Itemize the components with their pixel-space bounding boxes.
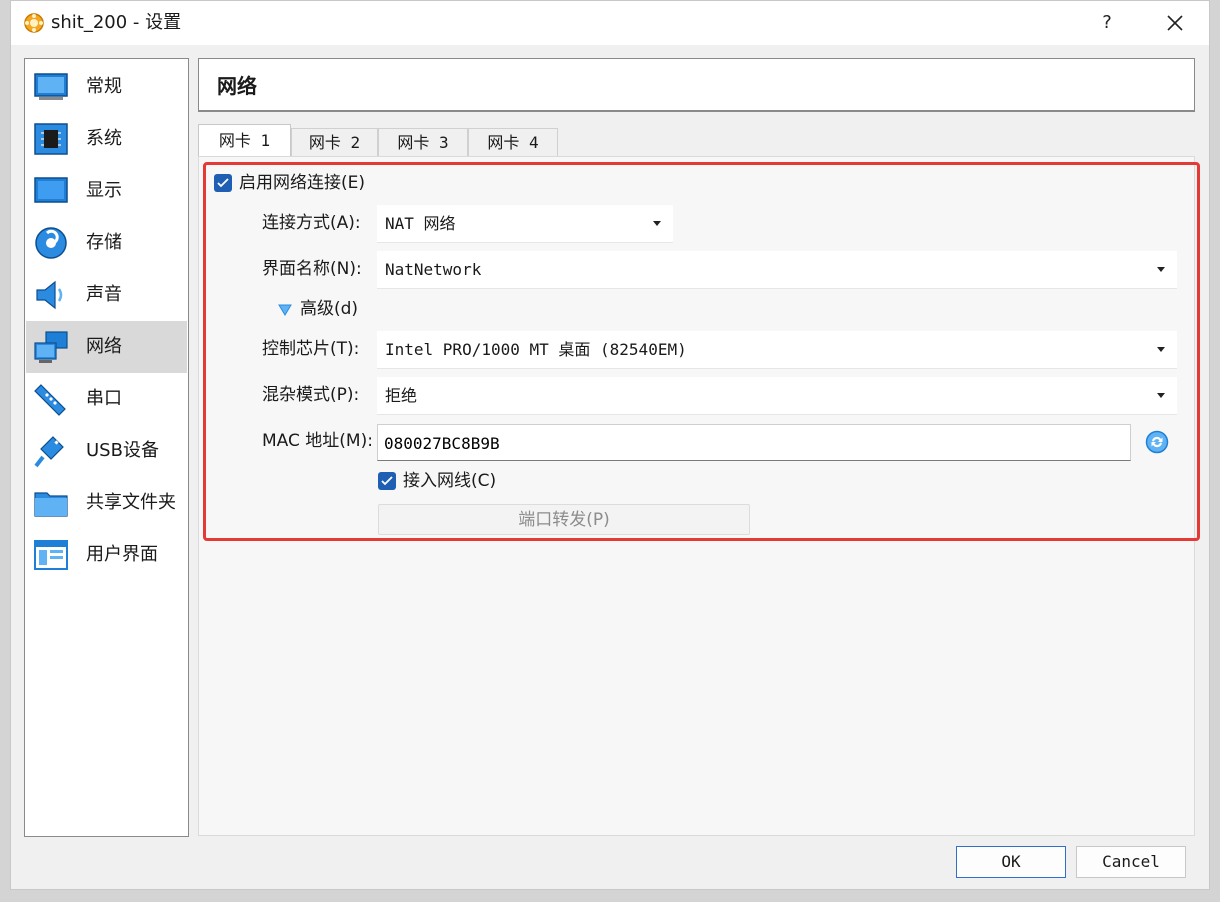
sidebar-item-usb[interactable]: USB设备 <box>26 425 187 477</box>
advanced-label[interactable]: 高级(d) <box>300 298 358 320</box>
sidebar-item-network[interactable]: 网络 <box>26 321 187 373</box>
tab-adapter-2[interactable]: 网卡 2 <box>291 128 378 157</box>
refresh-mac-icon[interactable] <box>1145 430 1169 454</box>
sidebar-item-system[interactable]: 系统 <box>26 113 187 165</box>
attached-to-value: NAT 网络 <box>385 214 456 233</box>
sidebar-item-label: 声音 <box>86 284 122 305</box>
dropdown-arrow-icon <box>1157 347 1165 352</box>
sidebar-item-display[interactable]: 显示 <box>26 165 187 217</box>
sidebar-item-label: 串口 <box>86 388 122 409</box>
audio-icon <box>36 280 63 310</box>
interface-name-value: NatNetwork <box>385 260 482 279</box>
shared-folder-icon <box>34 492 68 517</box>
attached-to-label: 连接方式(A): <box>262 213 361 233</box>
mac-address-label: MAC 地址(M): <box>262 431 373 451</box>
adapter-type-value: Intel PRO/1000 MT 桌面 (82540EM) <box>385 340 687 359</box>
cable-connected-checkbox[interactable] <box>378 472 396 490</box>
tab-adapter-3[interactable]: 网卡 3 <box>378 128 468 157</box>
sidebar-item-label: 系统 <box>86 128 122 149</box>
window-title: shit_200 - 设置 <box>51 12 182 33</box>
sidebar-item-audio[interactable]: 声音 <box>26 269 187 321</box>
attached-to-select[interactable]: NAT 网络 <box>377 205 673 243</box>
sidebar-item-label: 网络 <box>86 336 122 357</box>
interface-name-label: 界面名称(N): <box>262 259 362 279</box>
ok-button[interactable]: OK <box>956 846 1066 878</box>
sidebar-item-storage[interactable]: 存储 <box>26 217 187 269</box>
virtualbox-app-icon <box>24 13 44 33</box>
mac-address-field[interactable] <box>377 424 1131 461</box>
promiscuous-label: 混杂模式(P): <box>262 385 360 405</box>
network-icon <box>34 331 68 363</box>
sidebar-item-label: 常规 <box>86 76 122 97</box>
sidebar-item-label: 存储 <box>86 232 122 253</box>
close-icon <box>1167 15 1183 31</box>
mac-address-input[interactable] <box>382 431 1122 455</box>
serial-port-icon <box>34 384 66 416</box>
tab-adapter-4[interactable]: 网卡 4 <box>468 128 558 157</box>
check-icon <box>381 476 393 486</box>
system-icon <box>34 123 68 155</box>
sidebar-item-serial-port[interactable]: 串口 <box>26 373 187 425</box>
usb-icon <box>34 436 64 468</box>
sidebar-item-label: 共享文件夹 <box>86 492 176 513</box>
adapter-type-label: 控制芯片(T): <box>262 339 360 359</box>
tab-adapter-1[interactable]: 网卡 1 <box>198 124 291 158</box>
interface-name-select[interactable]: NatNetwork <box>377 251 1177 289</box>
sidebar-item-label: 显示 <box>86 180 122 201</box>
page-header: 网络 <box>198 58 1195 112</box>
storage-icon <box>35 227 67 259</box>
sidebar-item-label: USB设备 <box>86 440 159 461</box>
close-button[interactable] <box>1159 9 1191 37</box>
cable-connected-label: 接入网线(C) <box>403 471 497 491</box>
cancel-button[interactable]: Cancel <box>1076 846 1186 878</box>
adapter-type-select[interactable]: Intel PRO/1000 MT 桌面 (82540EM) <box>377 331 1177 369</box>
title-bar: shit_200 - 设置 ? <box>11 1 1209 45</box>
dropdown-arrow-icon <box>1157 393 1165 398</box>
sidebar-item-user-interface[interactable]: 用户界面 <box>26 529 187 581</box>
page-title: 网络 <box>217 74 257 98</box>
user-interface-icon <box>34 540 68 570</box>
general-icon <box>34 73 68 100</box>
enable-network-checkbox[interactable] <box>214 174 232 192</box>
sidebar-item-general[interactable]: 常规 <box>26 61 187 113</box>
help-button[interactable]: ? <box>1093 9 1121 37</box>
dropdown-arrow-icon <box>1157 267 1165 272</box>
sidebar-item-label: 用户界面 <box>86 544 158 565</box>
promiscuous-select[interactable]: 拒绝 <box>377 377 1177 415</box>
check-icon <box>217 178 229 188</box>
sidebar-item-shared-folder[interactable]: 共享文件夹 <box>26 477 187 529</box>
display-icon <box>34 177 68 203</box>
advanced-expand-icon[interactable] <box>278 304 292 316</box>
settings-sidebar: 常规 系统 显示 存储 声音 网络 串口 USB设备 共享文件夹 用户界面 <box>24 58 189 837</box>
enable-network-label: 启用网络连接(E) <box>239 173 366 193</box>
promiscuous-value: 拒绝 <box>385 386 418 405</box>
port-forwarding-button[interactable]: 端口转发(P) <box>378 504 750 535</box>
dropdown-arrow-icon <box>653 221 661 226</box>
